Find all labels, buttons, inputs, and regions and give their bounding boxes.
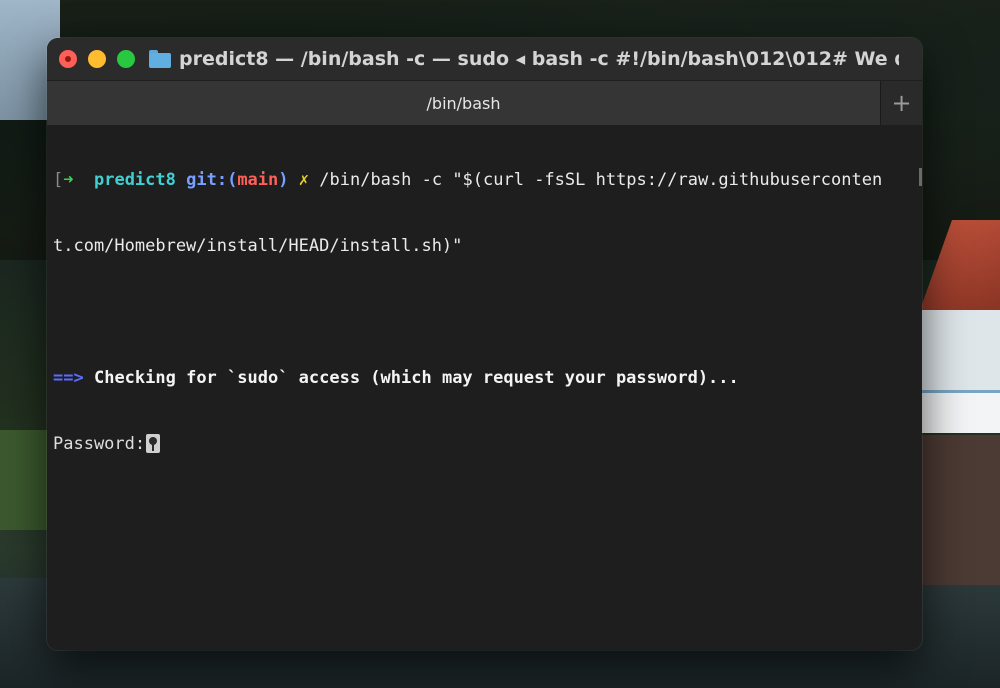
key-icon (146, 434, 161, 453)
prompt-git-close: ) (278, 170, 289, 190)
info-message: Checking for `sudo` access (which may re… (93, 368, 739, 388)
close-icon[interactable] (59, 50, 77, 68)
scroll-indicator[interactable] (919, 168, 922, 186)
prompt-user: predict8 (93, 170, 176, 190)
tab-bar: /bin/bash + (47, 80, 922, 126)
tab-bin-bash[interactable]: /bin/bash (47, 81, 880, 125)
house-base (920, 435, 1000, 585)
folder-icon (149, 50, 171, 68)
house-balcony (920, 390, 1000, 433)
minimize-icon[interactable] (88, 50, 106, 68)
traffic-lights (59, 50, 135, 68)
prompt-branch: main (237, 170, 279, 190)
zoom-icon[interactable] (117, 50, 135, 68)
prompt-dirty: ✗ (298, 170, 310, 190)
house-roof (920, 220, 1000, 310)
password-line[interactable]: Password: (53, 433, 916, 455)
window-title: predict8 — /bin/bash -c — sudo ◂ bash -c… (179, 48, 899, 70)
prompt-git: git:( (186, 170, 238, 190)
command-text-2: t.com/Homebrew/install/HEAD/install.sh)" (53, 236, 463, 256)
tab-label: /bin/bash (426, 93, 501, 113)
wallpaper-grass (0, 430, 50, 530)
title-bar[interactable]: predict8 — /bin/bash -c — sudo ◂ bash -c… (47, 38, 922, 80)
info-line: ==> Checking for `sudo` access (which ma… (53, 367, 916, 389)
prompt-arrow: ➜ (63, 170, 74, 190)
terminal-output[interactable]: [➜ predict8 git:(main) ✗ /bin/bash -c "$… (47, 125, 922, 650)
info-arrow: ==> (53, 368, 84, 388)
wallpaper-house (920, 220, 1000, 585)
terminal-window: predict8 — /bin/bash -c — sudo ◂ bash -c… (47, 38, 922, 650)
new-tab-button[interactable]: + (880, 81, 922, 125)
command-line-2: t.com/Homebrew/install/HEAD/install.sh)" (53, 235, 916, 257)
plus-icon: + (891, 89, 912, 117)
password-prompt: Password: (53, 434, 146, 454)
command-text-1: /bin/bash -c "$(curl -fsSL https://raw.g… (319, 170, 883, 190)
prompt-bracket: [ (53, 170, 64, 190)
command-line-1: [➜ predict8 git:(main) ✗ /bin/bash -c "$… (53, 169, 916, 191)
